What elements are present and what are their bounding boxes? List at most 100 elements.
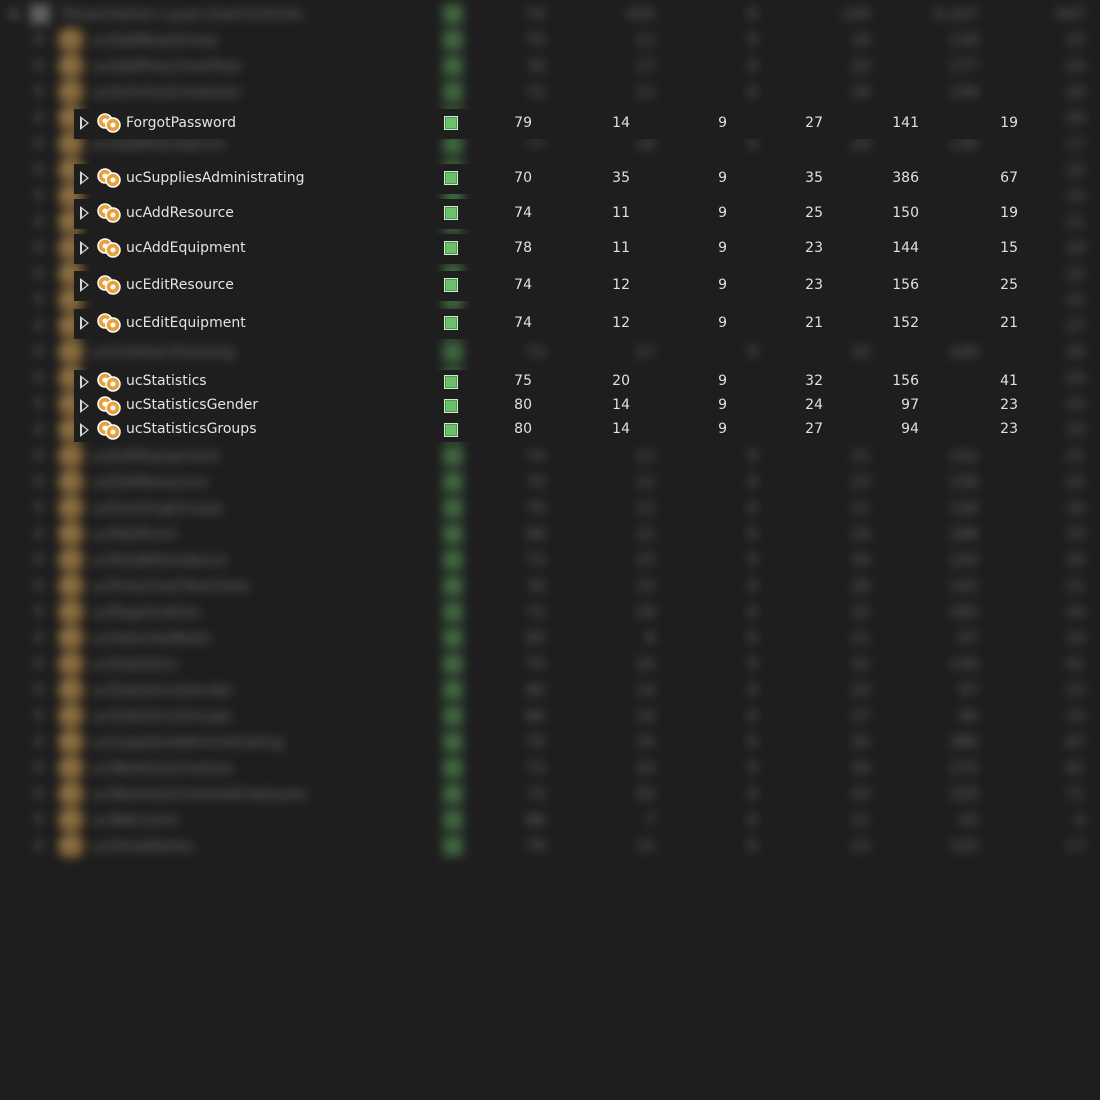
lines-of-source-code: 97 xyxy=(901,397,919,413)
row-name: ucEditResource xyxy=(126,277,234,293)
cyclomatic-complexity: 14 xyxy=(612,397,630,413)
cyclomatic-complexity: 14 xyxy=(612,115,630,131)
maintainability-index: 80 xyxy=(514,421,532,437)
status-icon xyxy=(444,375,458,389)
expand-arrow-icon[interactable] xyxy=(80,206,89,220)
depth-of-inheritance: 9 xyxy=(718,397,727,413)
lines-of-source-code: 156 xyxy=(892,277,919,293)
tree-row-forgotpassword[interactable]: ForgotPassword 79 14 9 27 141 19 xyxy=(74,109,1040,139)
status-icon xyxy=(444,423,458,437)
lines-of-source-code: 150 xyxy=(892,205,919,221)
expand-arrow-icon[interactable] xyxy=(80,316,89,330)
status-icon xyxy=(444,171,458,185)
maintainability-index: 74 xyxy=(514,205,532,221)
row-name: ucStatisticsGender xyxy=(126,397,259,413)
tree-row-ucaddresource[interactable]: ucAddResource 74 11 9 25 150 19 xyxy=(74,199,1040,229)
cyclomatic-complexity: 20 xyxy=(612,373,630,389)
lines-of-source-code: 144 xyxy=(892,240,919,256)
lines-of-executable-code: 21 xyxy=(1000,315,1018,331)
cyclomatic-complexity: 11 xyxy=(612,240,630,256)
maintainability-index: 74 xyxy=(514,315,532,331)
class-coupling: 27 xyxy=(805,421,823,437)
depth-of-inheritance: 9 xyxy=(718,373,727,389)
depth-of-inheritance: 9 xyxy=(718,240,727,256)
class-coupling: 32 xyxy=(805,373,823,389)
maintainability-index: 70 xyxy=(514,170,532,186)
class-coupling: 27 xyxy=(805,115,823,131)
depth-of-inheritance: 9 xyxy=(718,315,727,331)
row-name: ucEditEquipment xyxy=(126,315,246,331)
user-control-icon xyxy=(97,396,121,416)
class-coupling: 35 xyxy=(805,170,823,186)
user-control-icon xyxy=(97,168,121,188)
depth-of-inheritance: 9 xyxy=(718,115,727,131)
tree-row-ucaddequipment[interactable]: ucAddEquipment 78 11 9 23 144 15 xyxy=(74,234,1040,264)
status-icon xyxy=(444,241,458,255)
user-control-icon xyxy=(97,372,121,392)
expand-arrow-icon[interactable] xyxy=(80,423,89,437)
expand-arrow-icon[interactable] xyxy=(80,116,89,130)
cyclomatic-complexity: 12 xyxy=(612,277,630,293)
depth-of-inheritance: 9 xyxy=(718,170,727,186)
lines-of-source-code: 152 xyxy=(892,315,919,331)
depth-of-inheritance: 9 xyxy=(718,205,727,221)
lines-of-executable-code: 25 xyxy=(1000,277,1018,293)
row-name: ForgotPassword xyxy=(126,115,236,131)
cyclomatic-complexity: 35 xyxy=(612,170,630,186)
lines-of-source-code: 386 xyxy=(892,170,919,186)
class-coupling: 23 xyxy=(805,277,823,293)
expand-arrow-icon[interactable] xyxy=(80,241,89,255)
tree-row-ucstatisticsgroups[interactable]: ucStatisticsGroups 80 14 9 27 94 23 xyxy=(74,418,1040,442)
row-name: ucStatistics xyxy=(126,373,207,389)
user-control-icon xyxy=(97,113,121,133)
status-icon xyxy=(444,278,458,292)
cyclomatic-complexity: 14 xyxy=(612,421,630,437)
user-control-icon xyxy=(97,313,121,333)
lines-of-executable-code: 23 xyxy=(1000,421,1018,437)
status-icon xyxy=(444,116,458,130)
row-name: ucStatisticsGroups xyxy=(126,421,257,437)
cyclomatic-complexity: 11 xyxy=(612,205,630,221)
maintainability-index: 80 xyxy=(514,397,532,413)
tree-row-uceditequipment[interactable]: ucEditEquipment 74 12 9 21 152 21 xyxy=(74,309,1040,339)
lines-of-source-code: 141 xyxy=(892,115,919,131)
status-icon xyxy=(444,399,458,413)
tree-row-ucstatisticsgender[interactable]: ucStatisticsGender 80 14 9 24 97 23 xyxy=(74,394,1040,418)
lines-of-executable-code: 15 xyxy=(1000,240,1018,256)
tree-row-uceditresource[interactable]: ucEditResource 74 12 9 23 156 25 xyxy=(74,271,1040,301)
user-control-icon xyxy=(97,203,121,223)
expand-arrow-icon[interactable] xyxy=(80,278,89,292)
maintainability-index: 75 xyxy=(514,373,532,389)
row-name: ucAddEquipment xyxy=(126,240,246,256)
tree-row-ucstatistics[interactable]: ucStatistics 75 20 9 32 156 41 xyxy=(74,370,1040,394)
expand-arrow-icon[interactable] xyxy=(80,375,89,389)
lines-of-executable-code: 19 xyxy=(1000,205,1018,221)
depth-of-inheritance: 9 xyxy=(718,421,727,437)
lines-of-executable-code: 67 xyxy=(1000,170,1018,186)
class-coupling: 25 xyxy=(805,205,823,221)
status-icon xyxy=(444,316,458,330)
class-coupling: 21 xyxy=(805,315,823,331)
class-coupling: 23 xyxy=(805,240,823,256)
tree-row-ucsuppliesadministrating[interactable]: ucSuppliesAdministrating 70 35 9 35 386 … xyxy=(74,164,1040,194)
lines-of-source-code: 156 xyxy=(892,373,919,389)
expand-arrow-icon[interactable] xyxy=(80,171,89,185)
cyclomatic-complexity: 12 xyxy=(612,315,630,331)
code-metrics-tree: ForgotPassword 79 14 9 27 141 19 ucSuppl… xyxy=(0,0,1100,1100)
expand-arrow-icon[interactable] xyxy=(80,399,89,413)
depth-of-inheritance: 9 xyxy=(718,277,727,293)
lines-of-executable-code: 23 xyxy=(1000,397,1018,413)
user-control-icon xyxy=(97,238,121,258)
user-control-icon xyxy=(97,275,121,295)
user-control-icon xyxy=(97,420,121,440)
maintainability-index: 79 xyxy=(514,115,532,131)
lines-of-executable-code: 19 xyxy=(1000,115,1018,131)
lines-of-executable-code: 41 xyxy=(1000,373,1018,389)
status-icon xyxy=(444,206,458,220)
maintainability-index: 74 xyxy=(514,277,532,293)
lines-of-source-code: 94 xyxy=(901,421,919,437)
maintainability-index: 78 xyxy=(514,240,532,256)
class-coupling: 24 xyxy=(805,397,823,413)
row-name: ucAddResource xyxy=(126,205,234,221)
row-name: ucSuppliesAdministrating xyxy=(126,170,305,186)
